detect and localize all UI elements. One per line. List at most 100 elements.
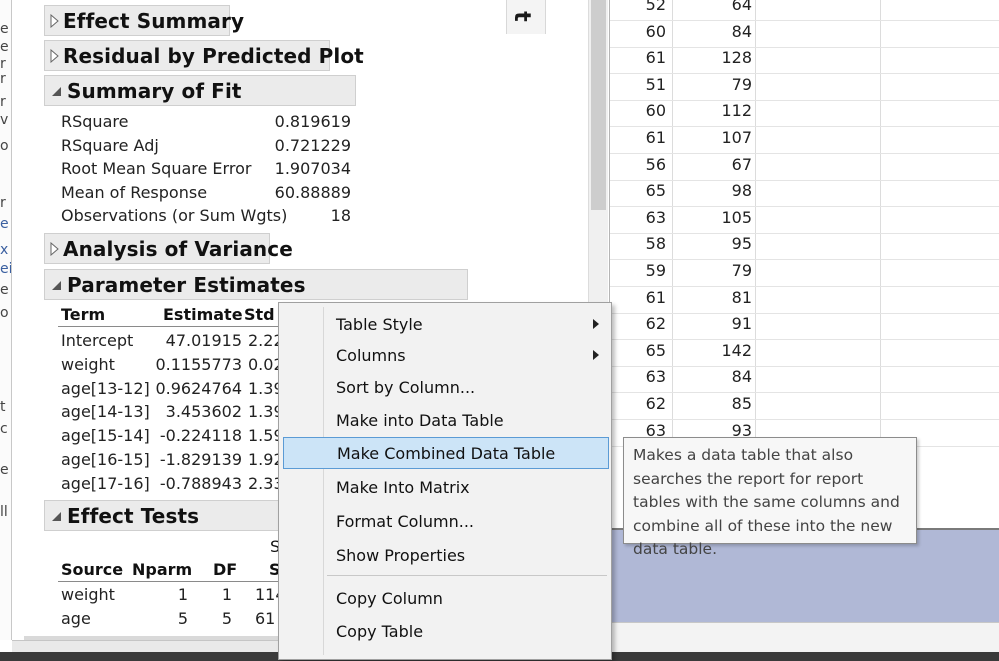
fit-stat-label: RSquare Adj [61,136,159,155]
effect-nparm: 5 [177,609,188,628]
disclosure-open-icon[interactable] [49,509,63,523]
column-header-term[interactable]: Term [61,305,105,324]
param-estimate: -0.224118 [159,426,242,445]
column-header-df[interactable]: DF [213,560,237,579]
grid-cell-height[interactable]: 62 [610,314,666,333]
grid-cell-weight[interactable]: 84 [674,367,752,386]
clipped-text-fragment: e [0,462,9,478]
column-header-estimate[interactable]: Estimate [163,305,243,324]
effect-df: 5 [221,609,232,628]
column-header-std[interactable]: Std [244,305,275,324]
effect-source: weight [61,585,115,604]
grid-cell-weight[interactable]: 112 [674,101,752,120]
menu-item-label: Copy Column [336,588,443,608]
clipped-text-fragment: x [0,242,9,258]
grid-cell-weight[interactable]: 98 [674,181,752,200]
outline-analysis-of-variance[interactable]: Analysis of Variance [44,233,293,264]
param-term: weight [61,355,115,374]
grid-cell-height[interactable]: 62 [610,394,666,413]
grid-cell-height[interactable]: 58 [610,234,666,253]
vertical-header-strip: t [506,0,546,34]
menu-item-make-into-data-table[interactable]: Make into Data Table [283,404,609,436]
menu-item-table-style[interactable]: Table Style [283,308,609,340]
menu-item-label: Show Properties [336,545,466,565]
grid-cell-height[interactable]: 65 [610,181,666,200]
grid-cell-weight[interactable]: 84 [674,22,752,41]
grid-cell-height[interactable]: 61 [610,128,666,147]
grid-cell-height[interactable]: 61 [610,48,666,67]
grid-cell-weight[interactable]: 64 [674,0,752,14]
grid-cell-height[interactable]: 63 [610,208,666,227]
menu-item-copy-column[interactable]: Copy Column [283,582,609,614]
menu-item-label: Table Style [336,314,423,334]
grid-cell-height[interactable]: 51 [610,75,666,94]
clipped-text-fragment: o [0,138,9,154]
grid-cell-weight[interactable]: 142 [674,341,752,360]
menu-item-make-combined-data-table[interactable]: Make Combined Data Table [283,437,609,469]
disclosure-closed-icon[interactable] [49,13,59,28]
grid-cell-height[interactable]: 60 [610,22,666,41]
menu-item-show-properties[interactable]: Show Properties [283,539,609,571]
fit-stat-value: 60.88889 [274,183,351,202]
section-title: Effect Tests [67,503,200,528]
menu-item-label: Sort by Column... [336,377,476,397]
grid-cell-height[interactable]: 63 [610,367,666,386]
fit-stat-label: Mean of Response [61,183,208,202]
clipped-text-fragment: e [0,39,9,55]
column-header-source[interactable]: Source [61,560,123,579]
menu-item-sort-by-column[interactable]: Sort by Column... [283,371,609,403]
grid-cell-weight[interactable]: 107 [674,128,752,147]
grid-row-line [610,180,999,181]
section-title: Residual by Predicted Plot [63,43,364,68]
disclosure-open-icon[interactable] [49,278,63,292]
grid-cell-height[interactable]: 56 [610,155,666,174]
menu-item-columns[interactable]: Columns [283,339,609,371]
fit-stat-value: 18 [330,206,351,225]
grid-cell-height[interactable]: 52 [610,0,666,14]
grid-row-line [610,259,999,260]
grid-row-line [610,392,999,393]
scrollbar-thumb[interactable] [591,0,606,210]
outline-effect-tests[interactable]: Effect Tests [44,500,284,531]
grid-cell-weight[interactable]: 85 [674,394,752,413]
grid-cell-weight[interactable]: 91 [674,314,752,333]
clipped-text-fragment: e [0,216,9,232]
grid-row-line [610,100,999,101]
menu-item-copy-table[interactable]: Copy Table [283,615,609,647]
grid-cell-height[interactable]: 61 [610,288,666,307]
grid-row-line [610,339,999,340]
fit-stat-value: 0.721229 [274,136,351,155]
param-estimate: 0.1155773 [155,355,242,374]
grid-cell-weight[interactable]: 95 [674,234,752,253]
grid-cell-weight[interactable]: 81 [674,288,752,307]
column-header-nparm[interactable]: Nparm [132,560,192,579]
grid-row-line [610,286,999,287]
menu-item-make-into-matrix[interactable]: Make Into Matrix [283,471,609,503]
grid-cell-weight[interactable]: 67 [674,155,752,174]
context-menu[interactable]: Table Style Columns Sort by Column... Make … [278,302,612,660]
grid-cell-weight[interactable]: 79 [674,261,752,280]
clipped-text-fragment: r [0,71,6,87]
param-estimate: 0.9624764 [155,379,242,398]
disclosure-closed-icon[interactable] [49,48,59,63]
effect-nparm: 1 [177,585,188,604]
grid-row-line [610,153,999,154]
disclosure-open-icon[interactable] [49,84,63,98]
disclosure-closed-icon[interactable] [49,241,59,256]
outline-parameter-estimates[interactable]: Parameter Estimates [44,269,468,300]
menu-item-format-column[interactable]: Format Column... [283,505,609,537]
grid-cell-weight[interactable]: 105 [674,208,752,227]
grid-row-line [610,126,999,127]
outline-effect-summary[interactable]: Effect Summary [44,5,244,36]
outline-residual-plot[interactable]: Residual by Predicted Plot [44,40,364,71]
grid-cell-weight[interactable]: 79 [674,75,752,94]
clipped-text-fragment: r [0,56,6,72]
menu-item-label: Make Into Matrix [336,477,470,497]
grid-cell-height[interactable]: 60 [610,101,666,120]
grid-cell-height[interactable]: 65 [610,341,666,360]
menu-item-label: Columns [336,345,406,365]
outline-summary-of-fit[interactable]: Summary of Fit [44,75,356,106]
grid-cell-weight[interactable]: 128 [674,48,752,67]
clipped-text-fragment: c [0,421,8,437]
grid-cell-height[interactable]: 59 [610,261,666,280]
